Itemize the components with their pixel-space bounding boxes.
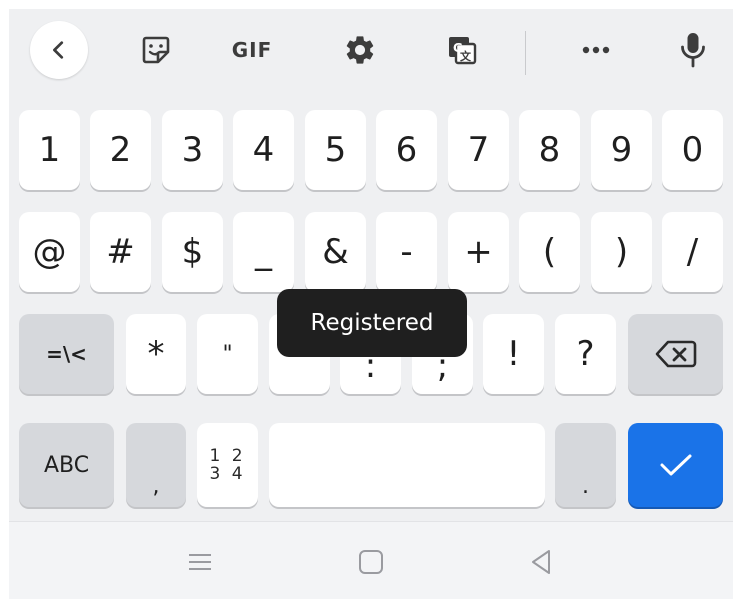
key-label: $ bbox=[181, 232, 204, 272]
key-label: 2 bbox=[109, 130, 132, 170]
gif-button[interactable]: GIF bbox=[223, 21, 281, 79]
chevron-left-icon bbox=[53, 41, 64, 59]
sticker-icon bbox=[142, 36, 170, 64]
key-slash[interactable]: / bbox=[662, 212, 723, 292]
backspace-icon bbox=[655, 340, 696, 368]
key-close-paren[interactable]: ) bbox=[591, 212, 652, 292]
key-label: 3 bbox=[181, 130, 204, 170]
abc-key[interactable]: ABC bbox=[19, 423, 114, 507]
key-9[interactable]: 9 bbox=[591, 110, 652, 190]
key-label: , bbox=[152, 474, 160, 499]
key-label: + bbox=[464, 232, 493, 272]
key-label: - bbox=[400, 232, 413, 272]
key-hyphen[interactable]: - bbox=[376, 212, 437, 292]
more-button[interactable] bbox=[567, 21, 625, 79]
more-symbols-key[interactable]: =\< bbox=[19, 314, 114, 394]
key-label: ) bbox=[614, 232, 629, 272]
key-4[interactable]: 4 bbox=[233, 110, 294, 190]
key-label: . bbox=[582, 474, 589, 499]
numpad-icon: 1 2 3 4 bbox=[209, 446, 246, 484]
voice-input-button[interactable] bbox=[664, 21, 722, 79]
key-label: @ bbox=[32, 232, 67, 272]
key-label: 0 bbox=[681, 130, 704, 170]
key-label: ? bbox=[576, 334, 595, 374]
gif-icon: GIF bbox=[231, 38, 273, 62]
key-1[interactable]: 1 bbox=[19, 110, 80, 190]
svg-text:文: 文 bbox=[460, 49, 472, 63]
key-label: 7 bbox=[467, 130, 490, 170]
key-label: " bbox=[222, 341, 233, 367]
recent-apps-button[interactable] bbox=[180, 544, 220, 580]
backspace-key[interactable] bbox=[628, 314, 723, 394]
key-label: 1 bbox=[38, 130, 61, 170]
key-label: =\< bbox=[46, 342, 87, 366]
key-comma[interactable]: , bbox=[126, 423, 186, 507]
triangle-back-icon bbox=[532, 550, 550, 574]
home-button[interactable] bbox=[351, 544, 391, 580]
key-period[interactable]: . bbox=[555, 423, 616, 507]
key-5[interactable]: 5 bbox=[305, 110, 366, 190]
key-8[interactable]: 8 bbox=[519, 110, 580, 190]
key-6[interactable]: 6 bbox=[376, 110, 437, 190]
key-label: ABC bbox=[43, 452, 90, 478]
key-label: 5 bbox=[324, 130, 347, 170]
registered-tooltip: Registered bbox=[277, 289, 467, 357]
key-question[interactable]: ? bbox=[555, 314, 616, 394]
key-label: _ bbox=[255, 232, 272, 272]
key-label: ( bbox=[542, 232, 557, 272]
keyboard: GIF G 文 1 2 3 4 5 6 7 8 9 0 @ # $ _ & - … bbox=[9, 9, 733, 599]
key-label: ! bbox=[506, 334, 521, 374]
tooltip-text: Registered bbox=[310, 310, 434, 336]
key-exclamation[interactable]: ! bbox=[483, 314, 544, 394]
key-dollar[interactable]: $ bbox=[162, 212, 223, 292]
key-double-quote[interactable]: " bbox=[197, 314, 258, 394]
key-at[interactable]: @ bbox=[19, 212, 80, 292]
key-label: & bbox=[322, 232, 349, 272]
key-asterisk[interactable]: * bbox=[126, 314, 186, 394]
key-open-paren[interactable]: ( bbox=[519, 212, 580, 292]
checkmark-icon bbox=[660, 454, 691, 476]
system-nav-bar bbox=[9, 521, 733, 599]
sticker-button[interactable] bbox=[127, 21, 185, 79]
microphone-icon bbox=[681, 33, 705, 68]
key-label: # bbox=[106, 232, 135, 272]
key-label: * bbox=[147, 334, 165, 374]
gear-icon bbox=[346, 36, 374, 64]
key-7[interactable]: 7 bbox=[448, 110, 509, 190]
space-bar[interactable] bbox=[269, 423, 545, 507]
back-button[interactable] bbox=[30, 21, 88, 79]
enter-key[interactable] bbox=[628, 423, 723, 507]
key-label: 4 bbox=[252, 130, 275, 170]
key-2[interactable]: 2 bbox=[90, 110, 151, 190]
menu-lines-icon bbox=[189, 554, 211, 570]
more-icon bbox=[582, 46, 610, 54]
key-plus[interactable]: + bbox=[448, 212, 509, 292]
keyboard-toolbar: GIF G 文 bbox=[9, 9, 733, 105]
key-3[interactable]: 3 bbox=[162, 110, 223, 190]
toolbar-divider bbox=[525, 31, 526, 75]
key-ampersand[interactable]: & bbox=[305, 212, 366, 292]
key-label: / bbox=[686, 232, 699, 272]
settings-button[interactable] bbox=[331, 21, 389, 79]
translate-icon: G 文 bbox=[449, 37, 477, 65]
key-label: 6 bbox=[395, 130, 418, 170]
key-hash[interactable]: # bbox=[90, 212, 151, 292]
key-0[interactable]: 0 bbox=[662, 110, 723, 190]
back-nav-button[interactable] bbox=[521, 544, 561, 580]
key-label: 9 bbox=[610, 130, 633, 170]
numpad-key[interactable]: 1 2 3 4 bbox=[197, 423, 258, 507]
translate-button[interactable]: G 文 bbox=[433, 21, 491, 79]
key-underscore[interactable]: _ bbox=[233, 212, 294, 292]
key-label: 8 bbox=[538, 130, 561, 170]
square-icon bbox=[359, 550, 383, 574]
